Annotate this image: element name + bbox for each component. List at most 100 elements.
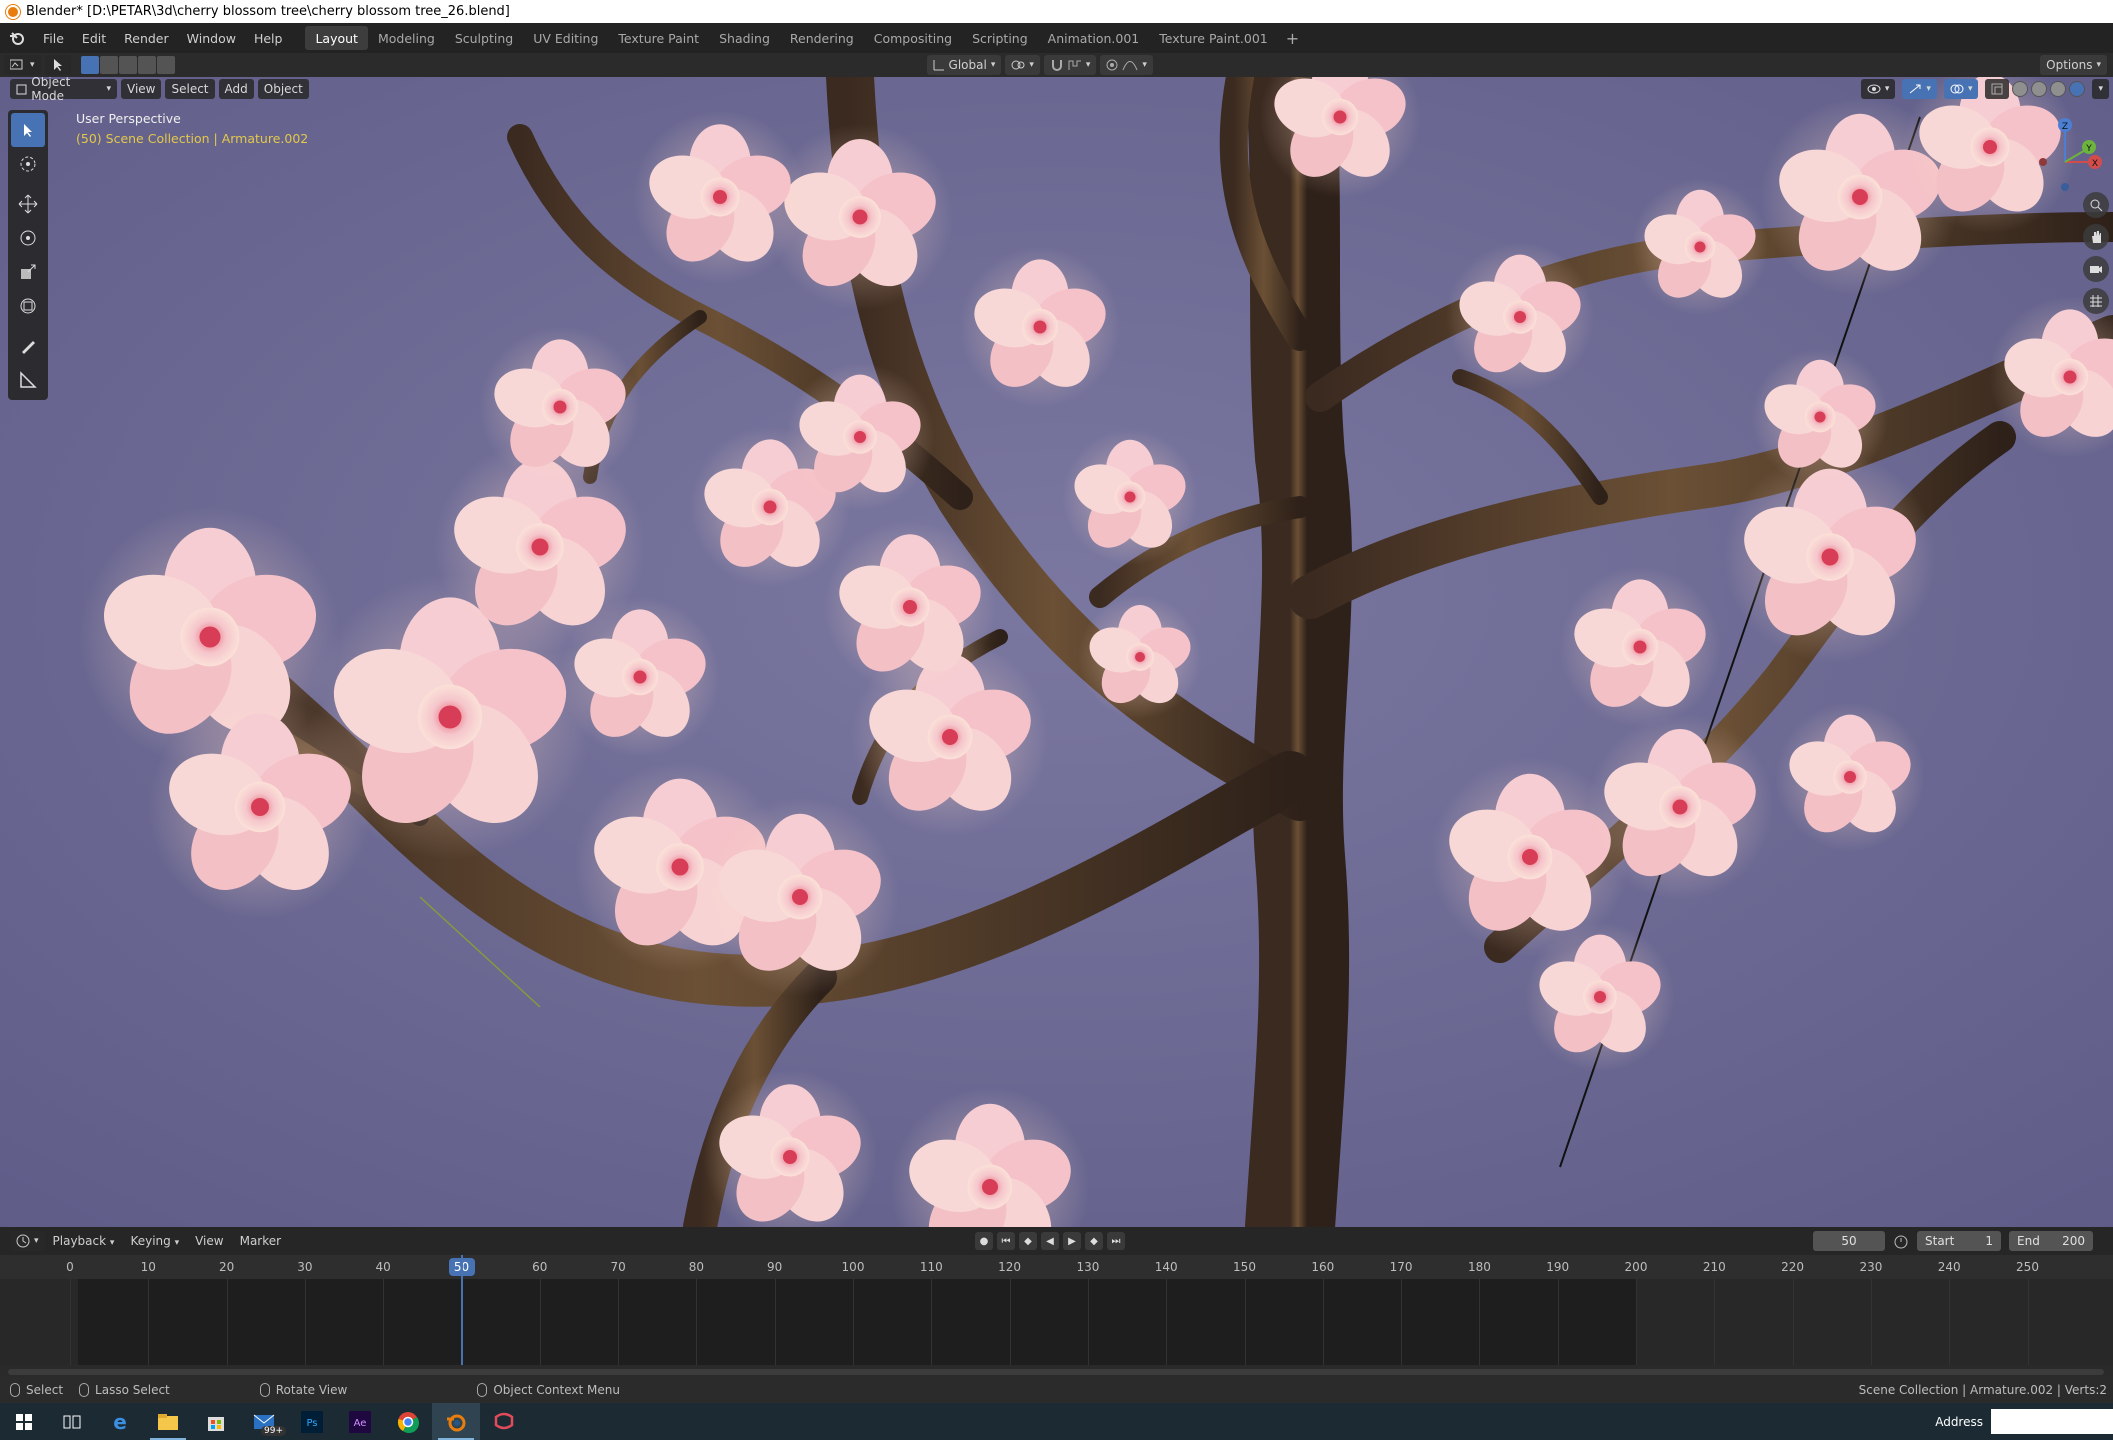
frame-tick-label: 40 bbox=[375, 1260, 391, 1274]
tab-texture-paint[interactable]: Texture Paint bbox=[608, 26, 709, 50]
photoshop-icon[interactable]: Ps bbox=[288, 1403, 336, 1440]
timeline-editor-type[interactable]: ▾ bbox=[10, 1231, 45, 1251]
timeline-menu-playback[interactable]: Playback ▾ bbox=[45, 1234, 123, 1248]
next-keyframe-icon[interactable]: ◆ bbox=[1085, 1232, 1103, 1250]
frame-ruler[interactable]: 0 10 20 30 40 60 70 80 90 100 110 120 130 140 150 160 17… bbox=[0, 1255, 2113, 1279]
frame-tick-label: 220 bbox=[1781, 1260, 1805, 1274]
xray-toggle[interactable] bbox=[1985, 79, 2010, 99]
chrome-icon[interactable] bbox=[384, 1403, 432, 1440]
object-mode-dropdown[interactable]: Object Mode ▾ bbox=[10, 77, 117, 103]
end-frame-field[interactable]: End 200 bbox=[2009, 1231, 2093, 1251]
shading-options-dropdown[interactable]: ▾ bbox=[2092, 79, 2109, 99]
select-new-icon[interactable] bbox=[80, 56, 99, 74]
timeline-tracks[interactable] bbox=[0, 1255, 2113, 1365]
snap-toggle[interactable]: ▾ bbox=[1043, 55, 1097, 75]
proportional-edit-toggle[interactable]: ▾ bbox=[1100, 55, 1153, 75]
tab-sculpting[interactable]: Sculpting bbox=[445, 26, 523, 50]
tab-compositing[interactable]: Compositing bbox=[864, 26, 962, 50]
menu-edit[interactable]: Edit bbox=[73, 23, 115, 53]
measure-icon bbox=[20, 371, 37, 388]
tab-rendering[interactable]: Rendering bbox=[780, 26, 864, 50]
store-icon[interactable] bbox=[192, 1403, 240, 1440]
after-effects-icon[interactable]: Ae bbox=[336, 1403, 384, 1440]
rendered-shading-icon[interactable] bbox=[2069, 81, 2086, 97]
options-dropdown[interactable]: Options ▾ bbox=[2040, 55, 2107, 75]
tool-shelf bbox=[8, 110, 48, 400]
rotate-icon bbox=[20, 230, 36, 246]
gizmo-toggle[interactable]: ▾ bbox=[1902, 79, 1937, 99]
task-view-icon[interactable] bbox=[48, 1403, 96, 1440]
timeline-menu-marker[interactable]: Marker bbox=[232, 1234, 289, 1248]
frame-tick-label: 210 bbox=[1702, 1260, 1726, 1274]
solid-shading-icon[interactable] bbox=[2031, 81, 2048, 97]
tab-animation-001[interactable]: Animation.001 bbox=[1038, 26, 1150, 50]
mail-icon[interactable]: 99+ bbox=[240, 1403, 288, 1440]
tab-texture-paint-001[interactable]: Texture Paint.001 bbox=[1149, 26, 1278, 50]
cursor-tool[interactable] bbox=[8, 147, 48, 181]
viewport-info-overlay: User Perspective (50) Scene Collection |… bbox=[76, 109, 308, 149]
stopwatch-icon[interactable] bbox=[1893, 1233, 1909, 1249]
tab-modeling[interactable]: Modeling bbox=[368, 26, 445, 50]
app-icon[interactable] bbox=[480, 1403, 528, 1440]
prev-keyframe-icon[interactable]: ◆ bbox=[1019, 1232, 1037, 1250]
jump-start-icon[interactable]: ⏮ bbox=[997, 1232, 1015, 1250]
menu-render[interactable]: Render bbox=[115, 23, 178, 53]
overlays-toggle[interactable]: ▾ bbox=[1943, 79, 1979, 99]
add-workspace-icon[interactable]: + bbox=[1278, 29, 1307, 48]
viewport-menu-object[interactable]: Object bbox=[257, 79, 309, 99]
camera-view-button[interactable] bbox=[2083, 256, 2109, 282]
pivot-point-dropdown[interactable]: ▾ bbox=[1005, 55, 1040, 75]
3d-viewport[interactable]: Object Mode ▾ View Select Add Object ▾ ▾… bbox=[0, 77, 2113, 1227]
rotate-tool[interactable] bbox=[8, 221, 48, 255]
timeline-scrollbar[interactable] bbox=[8, 1369, 2104, 1375]
tab-scripting[interactable]: Scripting bbox=[962, 26, 1038, 50]
pan-button[interactable] bbox=[2083, 224, 2109, 250]
measure-tool[interactable] bbox=[8, 363, 48, 397]
tab-layout[interactable]: Layout bbox=[305, 26, 368, 50]
current-frame-field[interactable]: 50 bbox=[1813, 1231, 1885, 1251]
play-icon[interactable]: ▶ bbox=[1063, 1232, 1081, 1250]
annotate-tool[interactable] bbox=[8, 329, 48, 363]
select-invert-icon[interactable] bbox=[137, 56, 156, 74]
editor-type-button[interactable]: ▾ bbox=[4, 55, 41, 75]
start-frame-field[interactable]: Start 1 bbox=[1917, 1231, 2001, 1251]
edge-icon[interactable]: e bbox=[96, 1403, 144, 1440]
wireframe-shading-icon[interactable] bbox=[2012, 81, 2029, 97]
address-input[interactable] bbox=[1991, 1409, 2113, 1434]
svg-text:X: X bbox=[2092, 159, 2098, 169]
file-explorer-icon[interactable] bbox=[144, 1403, 192, 1440]
windows-start-icon[interactable] bbox=[0, 1403, 48, 1440]
viewport-menu-view[interactable]: View bbox=[121, 79, 162, 99]
transform-orientation-dropdown[interactable]: Global ▾ bbox=[926, 55, 1002, 75]
transform-tool[interactable] bbox=[8, 289, 48, 323]
tab-uv-editing[interactable]: UV Editing bbox=[523, 26, 608, 50]
select-intersect-icon[interactable] bbox=[156, 56, 175, 74]
playhead[interactable] bbox=[460, 1255, 463, 1365]
jump-end-icon[interactable]: ⏭ bbox=[1107, 1232, 1125, 1250]
scale-tool[interactable] bbox=[8, 255, 48, 289]
blender-icon[interactable] bbox=[432, 1403, 480, 1440]
proportional-edit-icon bbox=[1106, 59, 1118, 71]
viewport-menu-add[interactable]: Add bbox=[218, 79, 254, 99]
timeline-menu-keying[interactable]: Keying ▾ bbox=[122, 1234, 187, 1248]
pivot-icon bbox=[1011, 60, 1025, 70]
menu-help[interactable]: Help bbox=[245, 23, 292, 53]
viewport-menu-select[interactable]: Select bbox=[165, 79, 215, 99]
select-extend-icon[interactable] bbox=[99, 56, 118, 74]
material-preview-icon[interactable] bbox=[2050, 81, 2067, 97]
zoom-button[interactable] bbox=[2083, 192, 2109, 218]
tab-shading[interactable]: Shading bbox=[709, 26, 780, 50]
record-icon[interactable]: ● bbox=[975, 1232, 993, 1250]
move-tool[interactable] bbox=[8, 187, 48, 221]
select-subtract-icon[interactable] bbox=[118, 56, 137, 74]
menu-file[interactable]: File bbox=[34, 23, 73, 53]
timeline-gridline bbox=[1244, 1279, 1246, 1365]
blender-menu-icon[interactable] bbox=[0, 23, 34, 53]
ortho-toggle-button[interactable] bbox=[2083, 288, 2109, 314]
play-reverse-icon[interactable]: ◀ bbox=[1041, 1232, 1059, 1250]
menu-window[interactable]: Window bbox=[178, 23, 245, 53]
timeline-menu-view[interactable]: View bbox=[187, 1234, 231, 1248]
select-box-tool[interactable] bbox=[11, 113, 45, 147]
visibility-dropdown[interactable]: ▾ bbox=[1860, 79, 1896, 99]
active-tool-button[interactable] bbox=[44, 55, 71, 75]
